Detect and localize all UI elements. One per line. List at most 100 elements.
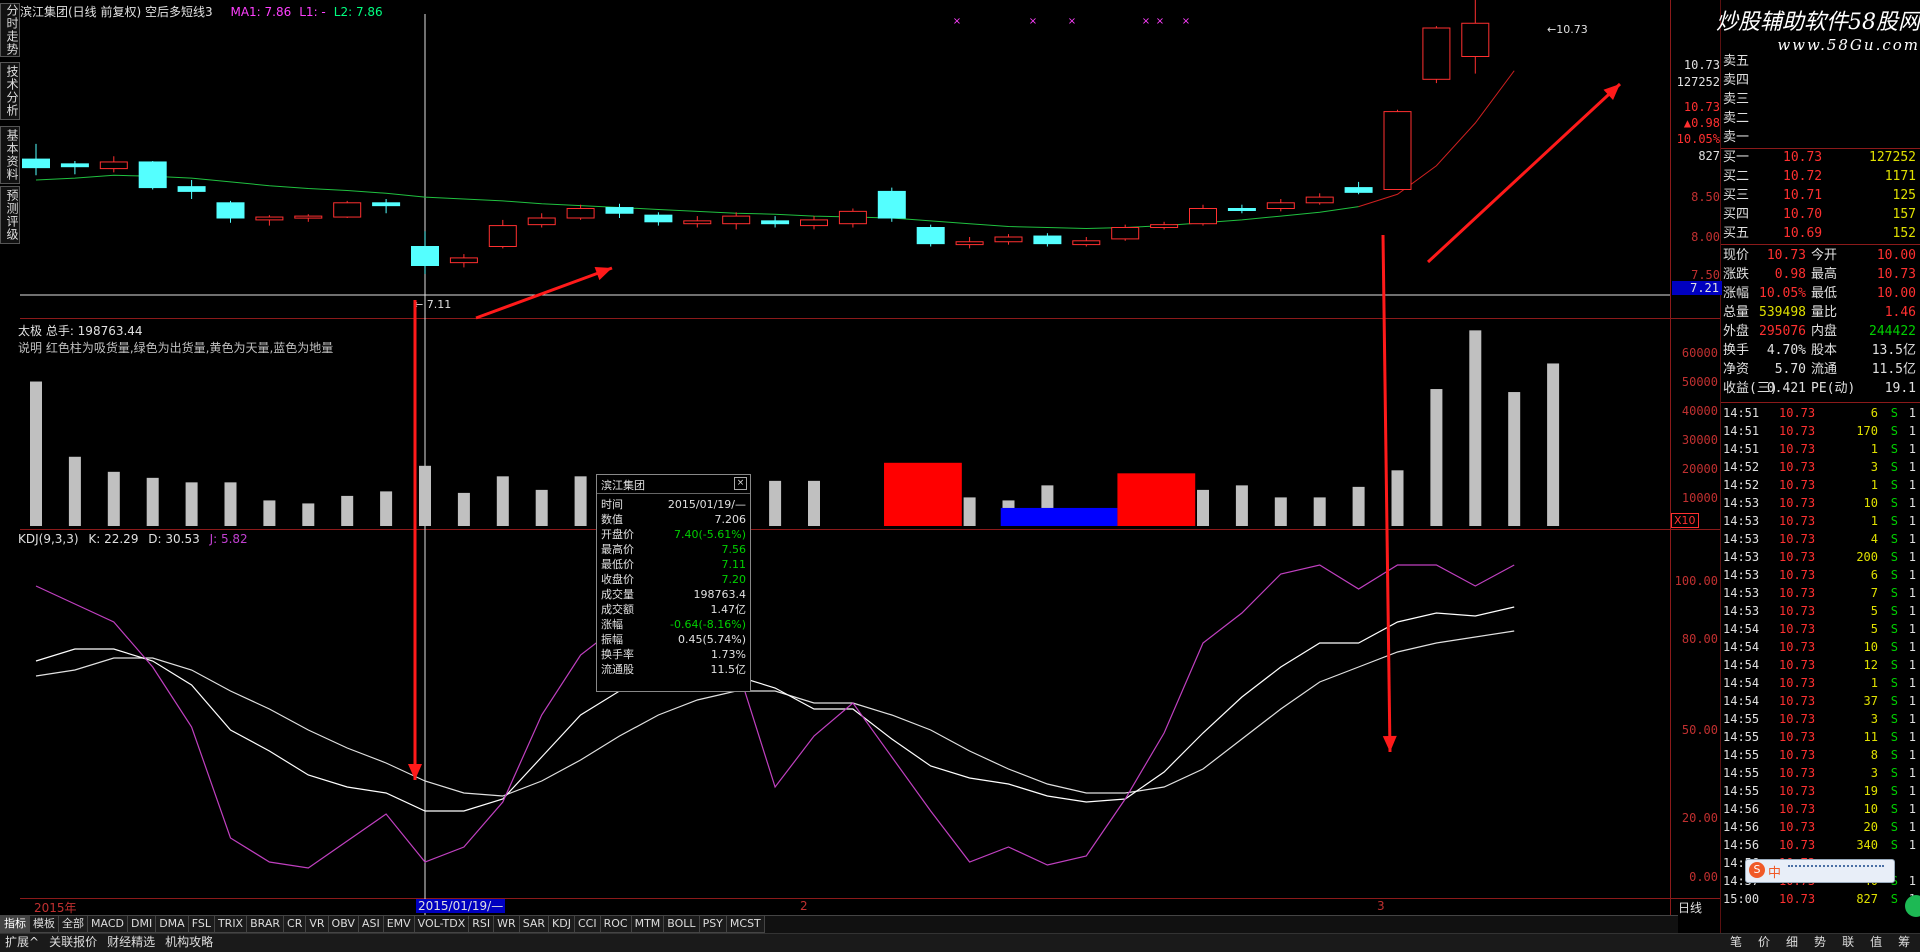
indicator-tab[interactable]: BOLL — [663, 916, 700, 933]
candle[interactable] — [22, 158, 50, 169]
close-icon[interactable]: × — [734, 477, 747, 490]
sell-row[interactable]: 卖一 — [1721, 128, 1920, 147]
candle[interactable] — [1344, 187, 1373, 193]
right-footer-tab[interactable]: 势 — [1806, 934, 1834, 951]
candle[interactable] — [60, 163, 89, 168]
candle[interactable] — [761, 220, 790, 225]
candle[interactable] — [722, 215, 751, 225]
candle[interactable] — [566, 208, 595, 219]
candle[interactable] — [1461, 22, 1490, 57]
right-footer-tab[interactable]: 细 — [1778, 934, 1806, 951]
candle[interactable] — [138, 161, 167, 189]
side-tab[interactable]: 技术分析 — [0, 62, 20, 120]
indicator-tab[interactable]: 模板 — [29, 916, 59, 933]
candle[interactable] — [605, 207, 634, 214]
right-footer-tab[interactable]: 筹 — [1890, 934, 1918, 951]
candle[interactable] — [1422, 27, 1451, 80]
chart-canvas[interactable]: × × × × × × ←10.73 ← 7.11 — [0, 0, 1720, 915]
candle[interactable] — [1266, 202, 1295, 210]
indicator-tab[interactable]: OBV — [327, 916, 359, 933]
indicator-tab[interactable]: KDJ — [548, 916, 575, 933]
indicator-tab[interactable]: VOL-TDX — [413, 916, 470, 933]
candle[interactable] — [800, 219, 828, 227]
indicator-tab[interactable]: ASI — [357, 916, 384, 933]
side-tab[interactable]: 预测评级 — [0, 186, 20, 244]
sell-row[interactable]: 卖二 — [1721, 109, 1920, 128]
kdj-axis-tick: 50.00 — [1681, 723, 1718, 737]
candle[interactable] — [916, 227, 945, 245]
right-footer-tab[interactable]: 值 — [1862, 934, 1890, 951]
buy-row[interactable]: 买二 10.72 1171 — [1721, 167, 1920, 186]
buy-row[interactable]: 买四 10.70 157 — [1721, 205, 1920, 224]
indicator-tab[interactable]: WR — [493, 916, 520, 933]
candle[interactable] — [1072, 240, 1101, 246]
indicator-tab[interactable]: CCI — [573, 916, 601, 933]
footer-tab[interactable]: 财经精选 — [102, 934, 160, 951]
candle[interactable] — [99, 161, 128, 170]
indicator-tab[interactable]: VR — [305, 916, 329, 933]
side-tab[interactable]: 分时走势 — [0, 3, 20, 57]
indicator-tab[interactable]: FSL — [187, 916, 215, 933]
indicator-tab[interactable]: BRAR — [246, 916, 285, 933]
ime-tools-icon[interactable] — [1788, 865, 1884, 877]
candle[interactable] — [1383, 111, 1412, 190]
indicator-tab[interactable]: 指标 — [0, 916, 30, 933]
indicator-tab[interactable]: MCST — [725, 916, 765, 933]
candle[interactable] — [1305, 196, 1334, 204]
indicator-tab[interactable]: EMV — [382, 916, 415, 933]
tick-list[interactable]: 14:51 10.73 6 S 1 14:51 10.73 170 S 1 14:51 10.73 1 S… — [1721, 404, 1920, 914]
candle[interactable] — [644, 214, 673, 223]
indicator-tab[interactable]: TRIX — [213, 916, 248, 933]
candle[interactable] — [449, 257, 478, 264]
tooltip-header: 滨江集团 × — [597, 475, 750, 494]
candle[interactable] — [1111, 227, 1140, 240]
sell-row[interactable]: 卖三 — [1721, 90, 1920, 109]
buy-row[interactable]: 买五 10.69 152 — [1721, 224, 1920, 243]
right-footer-tab[interactable]: 价 — [1750, 934, 1778, 951]
indicator-tab[interactable]: ROC — [599, 916, 632, 933]
candle[interactable] — [877, 190, 906, 219]
candle[interactable] — [177, 186, 206, 192]
indicator-tab[interactable]: RSI — [468, 916, 495, 933]
candle[interactable] — [294, 215, 323, 219]
candle[interactable] — [372, 202, 401, 207]
buy-row[interactable]: 买一 10.73 127252 — [1721, 148, 1920, 167]
indicator-tab[interactable]: DMI — [126, 916, 157, 933]
indicator-tab[interactable]: DMA — [155, 916, 189, 933]
footer-tab[interactable]: 扩展^ — [0, 934, 44, 951]
candle[interactable] — [411, 246, 439, 266]
candle[interactable] — [955, 241, 984, 246]
side-tab[interactable]: 基本资料 — [0, 126, 20, 184]
candle[interactable] — [333, 202, 362, 218]
footer-tab[interactable]: 关联报价 — [44, 934, 102, 951]
ime-mode-label[interactable]: 中 — [1768, 862, 1781, 881]
candle[interactable] — [488, 225, 517, 248]
price-axis-tick: 7.21 — [1672, 281, 1722, 295]
indicator-tab[interactable]: CR — [283, 916, 307, 933]
ime-toolbar[interactable]: S 中 — [1745, 859, 1895, 883]
candle[interactable] — [1150, 224, 1179, 228]
period-label[interactable]: 日线 — [1678, 899, 1702, 916]
candle[interactable] — [838, 210, 867, 225]
indicator-tab[interactable]: 全部 — [58, 916, 88, 933]
sell-row[interactable]: 卖五 — [1721, 52, 1920, 71]
indicator-tab[interactable]: PSY — [698, 916, 727, 933]
indicator-tab[interactable]: MACD — [87, 916, 128, 933]
volume-bar — [1430, 389, 1443, 526]
candle[interactable] — [1227, 208, 1256, 211]
candle[interactable] — [255, 216, 284, 221]
buy-row[interactable]: 买三 10.71 125 — [1721, 186, 1920, 205]
candle[interactable] — [994, 236, 1023, 243]
indicator-tab[interactable]: MTM — [630, 916, 665, 933]
right-footer-tab[interactable]: 笔 — [1722, 934, 1750, 951]
candle[interactable] — [683, 220, 712, 225]
floating-green-button[interactable] — [1905, 895, 1920, 917]
candle[interactable] — [1189, 208, 1217, 225]
footer-tab[interactable]: 机构攻略 — [160, 934, 218, 951]
candle[interactable] — [527, 217, 556, 226]
sell-row[interactable]: 卖四 — [1721, 71, 1920, 90]
right-footer-tab[interactable]: 联 — [1834, 934, 1862, 951]
candle[interactable] — [216, 202, 245, 219]
candle[interactable] — [1033, 235, 1062, 245]
indicator-tab[interactable]: SAR — [518, 916, 550, 933]
